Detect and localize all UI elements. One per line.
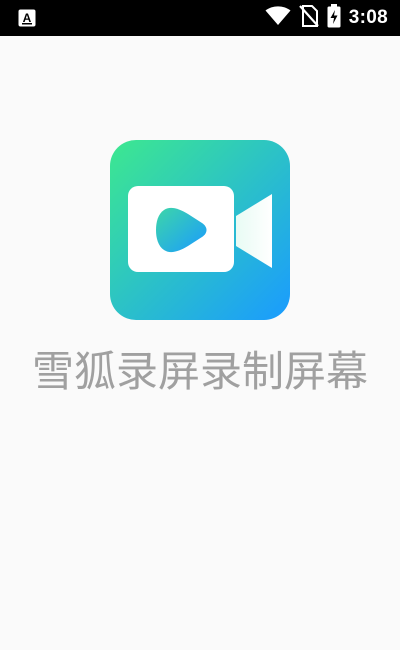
status-icons: 3:08 xyxy=(265,0,388,36)
clock-time: 3:08 xyxy=(348,7,388,28)
no-sim-icon xyxy=(298,5,319,31)
wifi-icon xyxy=(265,6,291,30)
svg-text:A: A xyxy=(23,11,32,25)
text-a-icon: A xyxy=(18,9,36,27)
app-logo xyxy=(110,140,290,320)
battery-charging-icon xyxy=(327,4,341,32)
status-bar: A 3:08 xyxy=(0,0,400,36)
splash-screen: A 3:08 雪狐录屏录制屏幕 xyxy=(0,0,400,650)
app-title: 雪狐录屏录制屏幕 xyxy=(31,347,368,396)
video-camera-icon xyxy=(110,140,290,324)
